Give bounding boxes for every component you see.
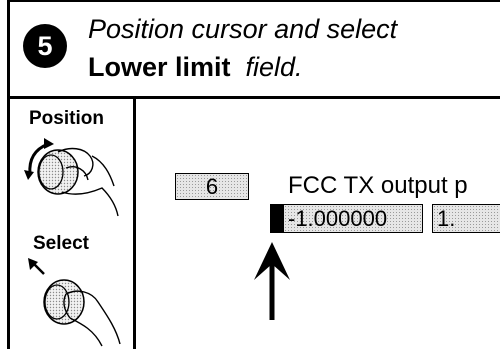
position-label: Position — [29, 108, 104, 129]
select-label: Select — [33, 233, 89, 254]
instruction-field-name: Lower limit — [88, 52, 231, 82]
step-number-badge: 5 — [23, 24, 67, 68]
text-cursor — [270, 204, 284, 233]
instruction-line-1: Position cursor and select — [88, 14, 398, 44]
instruction-field-suffix: field. — [245, 52, 303, 82]
upper-limit-field[interactable]: 1. — [432, 204, 500, 233]
instruction-line-2: Lower limit field. — [88, 52, 303, 83]
lower-limit-field[interactable]: -1.000000 — [283, 204, 423, 233]
test-name-label: FCC TX output p — [288, 172, 468, 199]
up-arrow-icon — [254, 242, 290, 320]
rotary-knob-turn-icon[interactable] — [18, 134, 124, 224]
rotary-knob-press-icon[interactable] — [22, 258, 128, 349]
column-divider — [133, 96, 136, 349]
header-divider — [7, 96, 500, 99]
test-number-field: 6 — [175, 173, 249, 200]
